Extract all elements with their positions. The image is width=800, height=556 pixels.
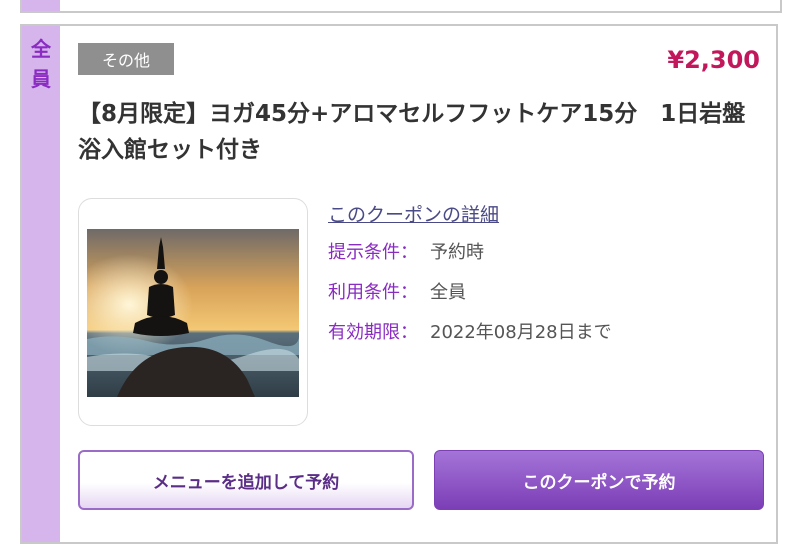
coupon-reserve-button[interactable]: このクーポンで予約: [434, 450, 764, 510]
coupon-price: ¥2,300: [667, 46, 760, 74]
coupon-title: 【8月限定】ヨガ45分+アロマセルフフットケア15分 1日岩盤浴入館セット付き: [78, 101, 746, 163]
coupon-card: 全 員 その他 ¥2,300 【8月限定】ヨガ45分+アロマセルフフットケア15…: [20, 24, 778, 544]
condition-value: 全員: [430, 282, 466, 303]
condition-row-presentation: 提示条件： 予約時: [328, 238, 612, 268]
condition-label: 提示条件：: [328, 242, 418, 263]
coupon-details: このクーポンの詳細 提示条件： 予約時 利用条件： 全員 有効期限： 2022年08月…: [328, 200, 612, 358]
condition-label: 有効期限：: [328, 322, 418, 343]
previous-card-strip: [22, 0, 60, 11]
previous-card-edge: [20, 0, 782, 13]
coupon-thumbnail: [78, 198, 308, 426]
add-menu-reserve-button[interactable]: メニューを追加して予約: [78, 450, 414, 510]
category-tag: その他: [78, 43, 174, 75]
condition-value: 2022年08月28日まで: [430, 322, 612, 343]
target-label: 全 員: [31, 37, 51, 91]
condition-value: 予約時: [430, 242, 484, 263]
yoga-silhouette-sunset-image: [87, 229, 299, 397]
condition-row-usage: 利用条件： 全員: [328, 278, 612, 308]
coupon-detail-link[interactable]: このクーポンの詳細: [328, 200, 612, 230]
target-strip: 全 員: [22, 26, 60, 542]
condition-row-expiry: 有効期限： 2022年08月28日まで: [328, 318, 612, 348]
condition-label: 利用条件：: [328, 282, 418, 303]
